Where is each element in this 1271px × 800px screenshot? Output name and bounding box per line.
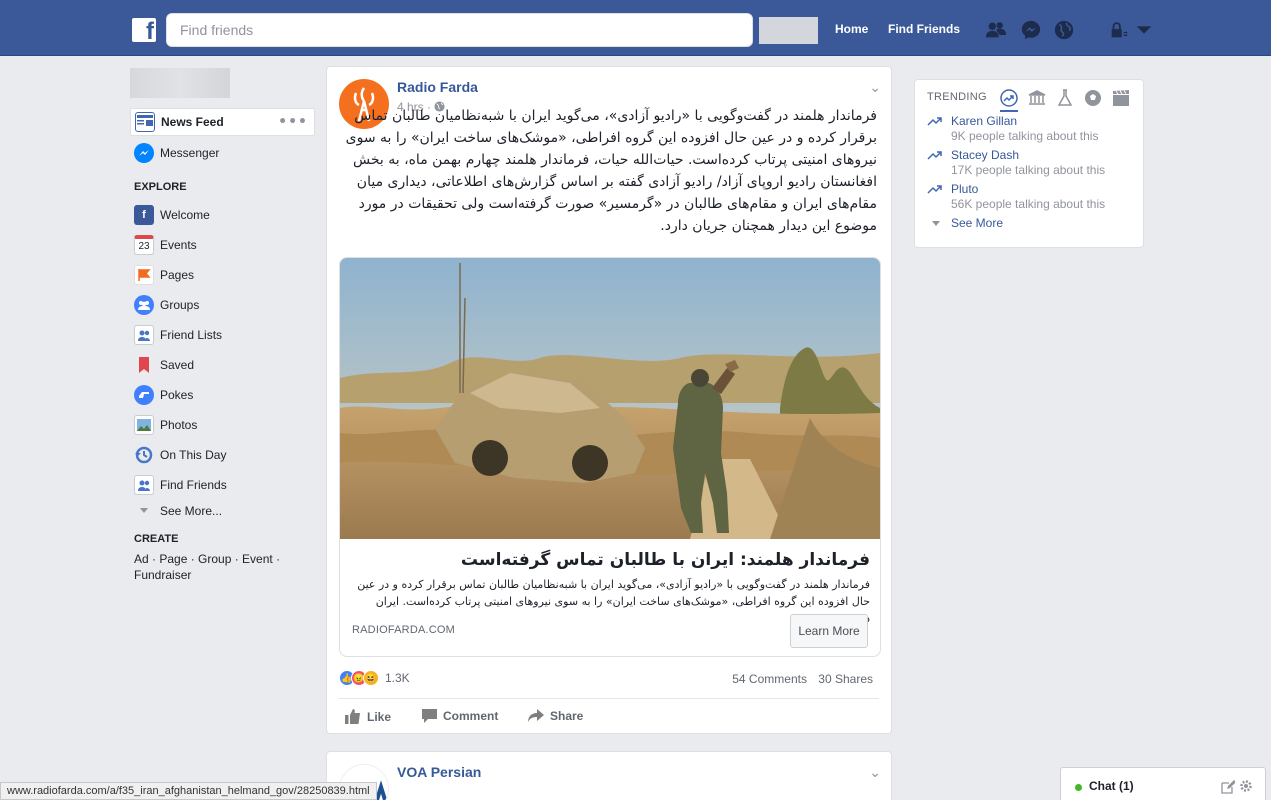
trending-science-icon[interactable] — [1056, 89, 1074, 107]
like-button[interactable]: Like — [345, 709, 391, 724]
post-page-name[interactable]: Radio Farda — [397, 79, 478, 95]
chat-label: Chat (1) — [1089, 779, 1134, 793]
link-domain: RADIOFARDA.COM — [352, 624, 456, 636]
link-title[interactable]: فرماندار هلمند: ایران با طالبان تماس گرف… — [352, 550, 870, 570]
trending-header: TRENDING — [927, 91, 987, 103]
chat-settings-gear-icon[interactable] — [1239, 779, 1253, 793]
post-card: Radio Farda 4 hrs · ⌄ فرماندار هلمند در … — [326, 66, 892, 734]
sidebar-item-news-feed[interactable]: News Feed ••• — [130, 108, 315, 136]
active-tab-underline — [1000, 110, 1018, 112]
account-menu-chevron-down-icon[interactable] — [1133, 19, 1155, 41]
groups-icon — [134, 295, 154, 315]
create-header: CREATE — [134, 533, 179, 545]
sidebar-item-events[interactable]: 23 Events — [130, 231, 315, 259]
link-preview[interactable]: فرماندار هلمند: ایران با طالبان تماس گرف… — [339, 257, 881, 657]
reactions-summary[interactable]: 👍 😠 😆 1.3K — [339, 670, 410, 686]
home-link[interactable]: Home — [835, 22, 868, 36]
comment-bubble-icon — [422, 709, 437, 723]
photos-icon — [134, 415, 154, 435]
profile-button[interactable] — [759, 17, 818, 44]
post-card-2: VOA Persian ⌄ — [326, 751, 892, 800]
chat-tab[interactable]: Chat (1) — [1060, 767, 1266, 800]
saved-icon — [134, 355, 154, 375]
comments-count-link[interactable]: 54 Comments — [732, 672, 807, 686]
trending-arrow-icon — [927, 117, 942, 126]
sidebar-item-saved[interactable]: Saved — [130, 351, 315, 379]
trending-see-more-link[interactable]: See More — [951, 216, 1003, 230]
sidebar-item-pages[interactable]: Pages — [130, 261, 315, 289]
trending-top-icon[interactable] — [1000, 89, 1018, 107]
facebook-logo[interactable]: f — [132, 18, 156, 42]
sidebar-item-groups[interactable]: Groups — [130, 291, 315, 319]
post-body-text: فرماندار هلمند در گفت‌وگویی با «رادیو آز… — [345, 108, 877, 234]
create-links[interactable]: Ad · Page · Group · Event · Fundraiser — [134, 551, 284, 583]
search-input[interactable] — [166, 13, 753, 47]
trending-sports-icon[interactable] — [1084, 89, 1102, 107]
sidebar-item-photos[interactable]: Photos — [130, 411, 315, 439]
messenger-icon[interactable] — [1020, 19, 1042, 41]
events-icon: 23 — [134, 235, 154, 255]
trending-panel: TRENDING Karen Gillan 9K people talking … — [914, 79, 1144, 248]
welcome-icon: f — [134, 205, 154, 225]
post-options-chevron-icon[interactable]: ⌄ — [869, 79, 881, 96]
sidebar-item-friend-lists[interactable]: Friend Lists — [130, 321, 315, 349]
on-this-day-icon — [134, 445, 154, 465]
friend-lists-icon — [134, 325, 154, 345]
link-preview-image — [340, 258, 880, 539]
reaction-count: 1.3K — [385, 671, 410, 685]
pokes-icon — [134, 385, 154, 405]
more-options-icon[interactable]: ••• — [278, 114, 308, 130]
sidebar-item-on-this-day[interactable]: On This Day — [130, 441, 315, 469]
share-button[interactable]: Share — [528, 709, 583, 723]
shares-count-link[interactable]: 30 Shares — [818, 672, 873, 686]
post-2-page-name[interactable]: VOA Persian — [397, 764, 481, 780]
sidebar-item-pokes[interactable]: Pokes — [130, 381, 315, 409]
news-feed-icon — [135, 112, 155, 132]
privacy-shortcuts-icon[interactable] — [1108, 19, 1130, 41]
browser-status-url: www.radiofarda.com/a/f35_iran_afghanista… — [0, 782, 377, 800]
engagement-counts: 54 Comments 30 Shares — [724, 672, 873, 686]
new-message-icon[interactable] — [1221, 780, 1235, 794]
trending-arrow-icon — [927, 185, 942, 194]
explore-header: EXPLORE — [134, 181, 187, 193]
chevron-down-icon — [134, 501, 154, 521]
friend-requests-icon[interactable] — [985, 19, 1007, 41]
action-divider — [339, 698, 879, 699]
trending-arrow-icon — [927, 151, 942, 160]
find-friends-icon — [134, 475, 154, 495]
see-more-chevron-down-icon — [932, 221, 940, 226]
haha-reaction-icon: 😆 — [363, 670, 379, 686]
like-thumb-icon — [345, 709, 360, 724]
trending-politics-icon[interactable] — [1028, 89, 1046, 107]
learn-more-button[interactable]: Learn More — [790, 614, 868, 648]
sidebar-item-find-friends[interactable]: Find Friends — [130, 471, 315, 499]
post-2-options-chevron-icon[interactable]: ⌄ — [869, 764, 881, 781]
comment-button[interactable]: Comment — [422, 709, 498, 723]
notifications-globe-icon[interactable] — [1053, 19, 1075, 41]
find-friends-link[interactable]: Find Friends — [888, 22, 960, 36]
profile-name-blurred[interactable] — [130, 68, 230, 98]
sidebar-item-welcome[interactable]: f Welcome — [130, 201, 315, 229]
online-status-dot — [1075, 784, 1082, 791]
sidebar-item-see-more[interactable]: See More... — [130, 497, 315, 525]
top-navigation-bar: f Home Find Friends — [0, 0, 1271, 56]
share-arrow-icon — [528, 709, 544, 722]
sidebar-item-messenger[interactable]: Messenger — [130, 139, 315, 167]
trending-entertainment-icon[interactable] — [1112, 89, 1130, 107]
pages-icon — [134, 265, 154, 285]
messenger-icon — [134, 143, 154, 163]
